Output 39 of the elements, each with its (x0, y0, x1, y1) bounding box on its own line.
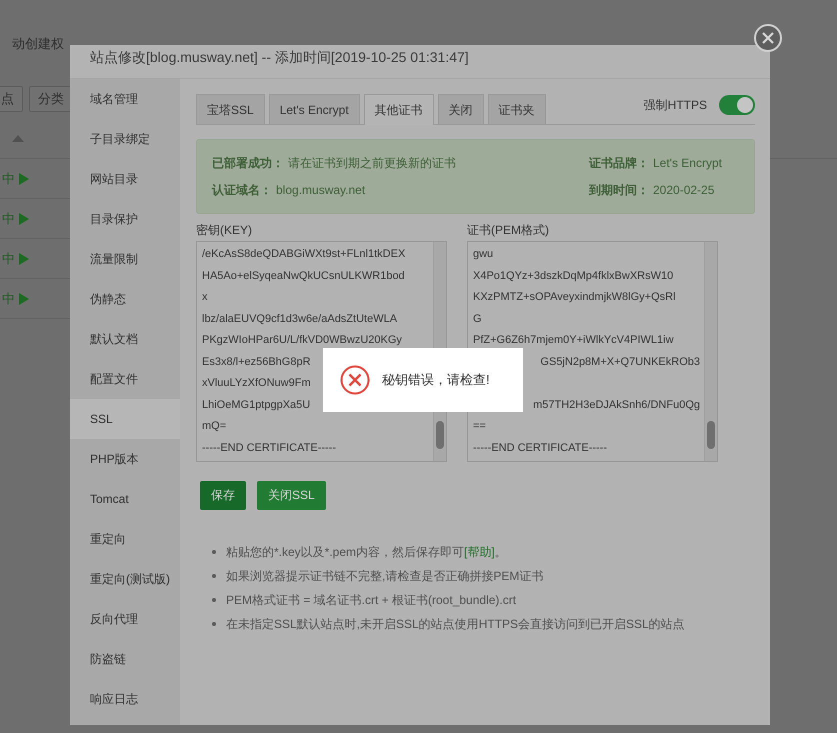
status-label: 证书品牌： (589, 154, 649, 172)
text-line: Es3x8/l+ez56BhG8pR (202, 354, 311, 370)
text-line: -----END CERTIFICATE----- (202, 440, 336, 456)
text-line: HA5Ao+elSyqeaNwQkUCsnULKWR1bod (202, 268, 405, 284)
status-value: Let's Encrypt (653, 156, 722, 170)
text-line: mQ= (202, 419, 226, 434)
text-line: -----END CERTIFICATE----- (473, 440, 608, 456)
text-line: m57TH2H3eDJAkSnh6/DNFu0Qg (533, 398, 700, 412)
status-label: 已部署成功： (212, 154, 284, 172)
note-text: 在未指定SSL默认站点时,未开启SSL的站点使用HTTPS会直接访问到已开启SSL的站点 (226, 616, 685, 633)
field-label: 证书(PEM格式) (467, 223, 550, 237)
text-line: /eKcAsS8deQDABGiWXt9st+FLnl1tkDEX (202, 247, 406, 262)
text-line: lbz/alaEUVQ9cf1d3w6e/aAdsZtUteWLA (202, 312, 398, 326)
text-line: PfZ+G6Z6h7mjem0Y+iWlkYcV4PIWL1iw (473, 333, 674, 348)
toggle-label: 强制HTTPS (644, 96, 707, 114)
text-line: G (473, 312, 482, 326)
status-value: 请在证书到期之前更换新的证书 (288, 154, 456, 172)
field-label: 密钥(KEY) (196, 223, 254, 237)
status-text: 中 (2, 210, 15, 228)
text-line: PKgzWIoHPar6U/L/fkVD0WBwzU20KGy (202, 333, 402, 348)
status-text: 中 (2, 290, 15, 308)
text-line: KXzPMTZ+sOPAveyxindmjkW8lGy+QsRl (473, 290, 676, 305)
text-line: GS5jN2p8M+X+Q7UNKEkROb3 (540, 354, 700, 370)
text-line: x (202, 290, 208, 305)
text-line: X4Po1QYz+3dszkDqMp4fklxBwXRsW10 (473, 268, 674, 284)
notice-text: 动创建权 (12, 35, 64, 53)
status-text: 中 (2, 250, 15, 268)
status-label: 认证域名： (212, 182, 272, 198)
text-line: xVluuLYzXfONuw9Fm (202, 376, 311, 391)
text-line: gwu (473, 247, 494, 262)
text-line: LhiOeMG1ptpgpXa5U (202, 398, 310, 412)
status-value: 2020-02-25 (653, 183, 714, 197)
note-text: PEM格式证书 = 域名证书.crt + 根证书(root_bundle).crt (226, 592, 516, 609)
status-label: 到期时间： (589, 182, 649, 198)
status-value: blog.musway.net (276, 183, 366, 197)
note-text: 粘贴您的*.key以及*.pem内容，然后保存即可[帮助]。 (226, 544, 507, 561)
text-line: == (473, 419, 486, 434)
note-text: 如果浏览器提示证书链不完整,请检查是否正确拼接PEM证书 (226, 568, 544, 585)
status-text: 中 (2, 170, 15, 188)
